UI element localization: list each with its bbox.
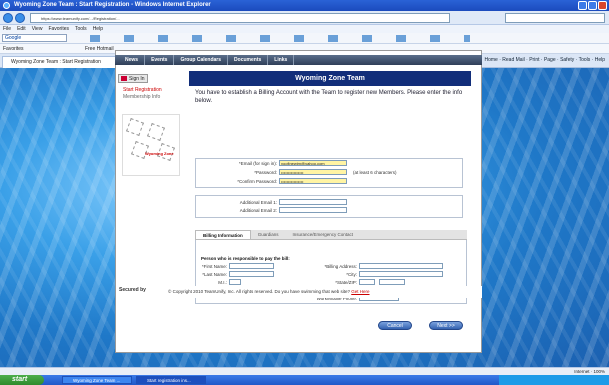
page-title: Wyoming Zone Team (189, 71, 471, 86)
close-button[interactable] (598, 1, 607, 10)
menu-edit[interactable]: Edit (17, 26, 26, 32)
free-hotmail-link[interactable]: Free Hotmail (85, 46, 114, 52)
last-name-field[interactable] (229, 271, 274, 277)
logo-label: Wyoming Zone (145, 151, 174, 156)
maximize-button[interactable] (588, 1, 597, 10)
address-bar[interactable]: https://www.teamunify.com/.../Registrati… (30, 13, 450, 23)
sign-in-icon (121, 76, 127, 81)
internet-zone: Internet (574, 369, 590, 374)
start-button[interactable]: start (0, 375, 44, 385)
window-titlebar: Wyoming Zone Team : Start Registration -… (0, 0, 609, 11)
system-tray (499, 375, 609, 385)
additional-email-1-label: Additional Email 1: (239, 200, 277, 205)
sign-in-label: Sign In (129, 76, 145, 82)
sidebar-membership-info[interactable]: Membership Info (123, 94, 160, 100)
status-right: Internet · 100% (574, 369, 605, 374)
nav-documents[interactable]: Documents (228, 55, 269, 65)
state-select[interactable] (359, 279, 375, 285)
nav-news[interactable]: News (119, 55, 146, 65)
taskbar: start Wyoming Zone Team ... Start regist… (0, 375, 609, 385)
toolbar-icons[interactable] (90, 35, 470, 42)
cancel-button[interactable]: Cancel (378, 321, 412, 330)
minimize-button[interactable] (578, 1, 587, 10)
tab-billing-information[interactable]: Billing Information (195, 230, 251, 239)
menu-view[interactable]: View (32, 26, 43, 32)
footer-text: © Copyright 2010 TeamUnify, Inc. All rig… (168, 289, 350, 294)
window-controls (578, 1, 607, 10)
first-name-label: *First Name: (201, 264, 227, 269)
intro-text: You have to establish a Billing Account … (195, 90, 463, 104)
footer-link[interactable]: Get Here (351, 289, 369, 294)
city-field[interactable] (359, 271, 443, 277)
site-nav: News Events Group Calendars Documents Links (115, 55, 482, 65)
menu-help[interactable]: Help (93, 26, 103, 32)
sidebar-start-registration[interactable]: Start Registration (123, 87, 162, 93)
favorites-button[interactable]: Favorites (3, 46, 24, 52)
billing-address-field[interactable] (359, 263, 443, 269)
sign-in-button[interactable]: Sign In (118, 74, 148, 83)
team-logo-image: Wyoming Zone (122, 114, 180, 176)
google-toolbar: Google (0, 33, 609, 44)
password-hint: (at least 6 characters) (353, 170, 397, 175)
form-tabs: Billing Information Guardians Insurance/Em… (195, 230, 467, 240)
confirm-password-field[interactable]: •••••••••••••••• (279, 178, 347, 184)
taskbar-item-2[interactable]: Start registration ins... (136, 376, 206, 384)
registration-panel: Wyoming Zone Team You have to establish … (189, 71, 471, 330)
city-label: *City: (346, 272, 357, 277)
back-button[interactable] (3, 13, 13, 23)
tab-guardians[interactable]: Guardians (251, 230, 286, 239)
zip-field[interactable] (379, 279, 405, 285)
google-search-input[interactable]: Google (2, 34, 67, 42)
additional-email-1-field[interactable] (279, 199, 347, 205)
nav-links[interactable]: Links (268, 55, 295, 65)
nav-group-calendars[interactable]: Group Calendars (174, 55, 229, 65)
status-bar: Internet · 100% (0, 367, 609, 375)
tab-insurance[interactable]: Insurance/Emergency Contact (286, 230, 361, 239)
confirm-password-label: *Confirm Password: (237, 179, 277, 184)
window-title: Wyoming Zone Team : Start Registration -… (14, 2, 211, 8)
menu-bar: File Edit View Favorites Tools Help (0, 25, 609, 33)
password-field[interactable]: •••••••••••••••• (279, 169, 347, 175)
mi-field[interactable] (229, 279, 241, 285)
additional-email-2-label: Additional Email 2: (239, 208, 277, 213)
taskbar-item-1[interactable]: Wyoming Zone Team ... (62, 376, 132, 384)
command-bar[interactable]: Home · Read Mail · Print · Page · Safety… (484, 57, 605, 63)
search-input[interactable] (505, 13, 605, 23)
menu-favorites[interactable]: Favorites (48, 26, 69, 32)
email-label: *Email (for sign in): (238, 161, 277, 166)
additional-email-2-field[interactable] (279, 207, 347, 213)
nav-events[interactable]: Events (145, 55, 175, 65)
menu-tools[interactable]: Tools (75, 26, 87, 32)
ie-icon (3, 2, 10, 9)
email-field[interactable]: yoofinewim@yahoo.com (279, 160, 347, 166)
zoom-level[interactable]: 100% (593, 369, 605, 374)
last-name-label: *Last Name: (202, 272, 227, 277)
address-row: https://www.teamunify.com/.../Registrati… (0, 11, 609, 25)
state-zip-label: *State/ZIP: (335, 280, 357, 285)
menu-file[interactable]: File (3, 26, 11, 32)
billing-address-label: *Billing Address: (324, 264, 357, 269)
first-name-field[interactable] (229, 263, 274, 269)
password-label: *Password: (254, 170, 277, 175)
mi-label: M.I.: (218, 280, 227, 285)
secured-by-logo: Secured by (119, 287, 146, 293)
next-button[interactable]: Next >> (429, 321, 463, 330)
forward-button[interactable] (15, 13, 25, 23)
responsible-heading: Person who is responsible to pay the bil… (201, 256, 290, 261)
site-footer: Secured by © Copyright 2010 TeamUnify, I… (116, 286, 482, 298)
